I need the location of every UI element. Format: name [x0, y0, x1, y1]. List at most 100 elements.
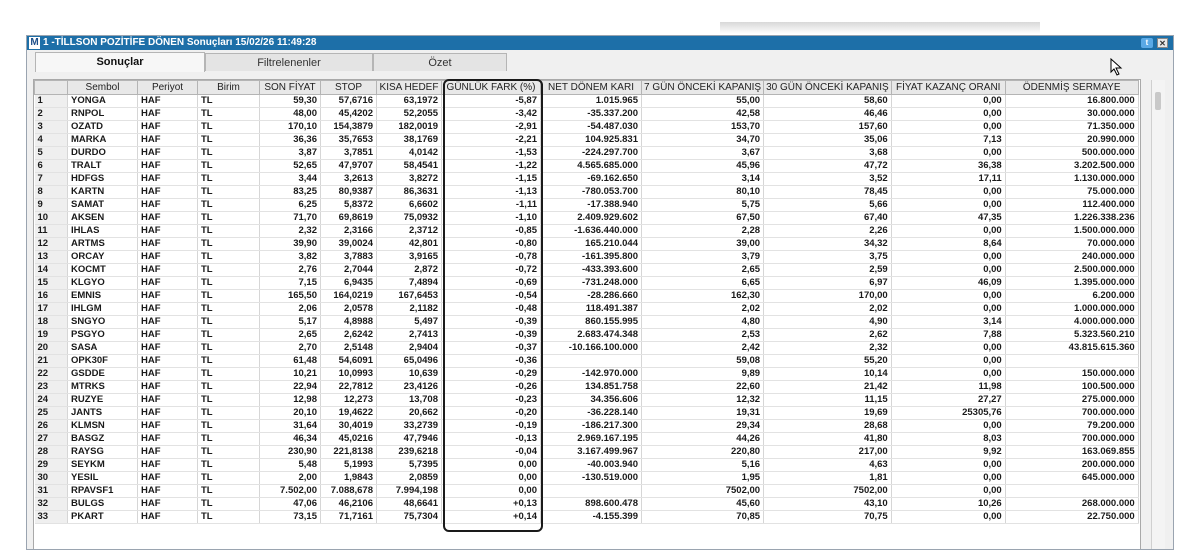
kisa-hedef-cell[interactable]: 7,4894: [376, 276, 442, 290]
birim-cell[interactable]: TL: [197, 445, 260, 459]
30-gun-kapanis-cell[interactable]: 35,06: [763, 133, 892, 147]
gunluk-fark-cell[interactable]: -1,15: [441, 172, 541, 186]
sembol-cell[interactable]: YONGA: [67, 94, 138, 108]
sembol-cell[interactable]: PSGYO: [67, 328, 138, 342]
sembol-cell[interactable]: JANTS: [67, 406, 138, 420]
stop-cell[interactable]: 69,8619: [320, 211, 377, 225]
fiyat-kazanc-cell[interactable]: 0,00: [891, 250, 1006, 264]
30-gun-kapanis-cell[interactable]: 2,26: [763, 224, 892, 238]
kisa-hedef-cell[interactable]: 4,0142: [376, 146, 442, 160]
periyot-cell[interactable]: HAF: [137, 107, 198, 121]
gunluk-fark-cell[interactable]: -1,53: [441, 146, 541, 160]
30-gun-onceki-kapanis-header[interactable]: 30 GÜN ÖNCEKİ KAPANIŞ: [763, 80, 892, 95]
stop-cell[interactable]: 2,3166: [320, 224, 377, 238]
birim-cell[interactable]: TL: [197, 328, 260, 342]
net-donem-kari-cell[interactable]: 165.210.044: [540, 237, 642, 251]
sembol-cell[interactable]: DURDO: [67, 146, 138, 160]
net-donem-kari-cell[interactable]: -69.162.650: [540, 172, 642, 186]
7-gun-kapanis-cell[interactable]: 2,42: [641, 341, 765, 355]
son-fiyat-cell[interactable]: 5,48: [259, 458, 321, 472]
net-donem-kari-cell[interactable]: -780.053.700: [540, 185, 642, 199]
fiyat-kazanc-cell[interactable]: 0,00: [891, 367, 1006, 381]
30-gun-kapanis-cell[interactable]: 3,75: [763, 250, 892, 264]
table-row[interactable]: 26 KLMSN HAF TL 31,64 30,4019 33,2739 -0,19 -186…: [34, 419, 1139, 433]
row-index[interactable]: 29: [34, 458, 68, 472]
7-gun-kapanis-cell[interactable]: 162,30: [641, 289, 765, 303]
kisa-hedef-cell[interactable]: 2,7413: [376, 328, 442, 342]
periyot-cell[interactable]: HAF: [137, 276, 198, 290]
son-fiyat-cell[interactable]: 3,87: [259, 146, 321, 160]
son-fiyat-cell[interactable]: 3,82: [259, 250, 321, 264]
stop-cell[interactable]: 80,9387: [320, 185, 377, 199]
odenmis-sermaye-cell[interactable]: 71.350.000: [1005, 120, 1139, 134]
net-donem-kari-cell[interactable]: [540, 354, 642, 368]
net-donem-kari-cell[interactable]: -4.155.399: [540, 510, 642, 524]
table-row[interactable]: 18 SNGYO HAF TL 5,17 4,8988 5,497 -0,39 860.155.…: [34, 315, 1139, 329]
fiyat-kazanc-cell[interactable]: 10,26: [891, 497, 1006, 511]
stop-cell[interactable]: 5,1993: [320, 458, 377, 472]
net-donem-kari-cell[interactable]: 2.409.929.602: [540, 211, 642, 225]
stop-cell[interactable]: 22,7812: [320, 380, 377, 394]
kisa-hedef-cell[interactable]: 2,1182: [376, 302, 442, 316]
periyot-cell[interactable]: HAF: [137, 172, 198, 186]
row-index[interactable]: 12: [34, 237, 68, 251]
stop-cell[interactable]: 45,0216: [320, 432, 377, 446]
birim-cell[interactable]: TL: [197, 107, 260, 121]
stop-cell[interactable]: 221,8138: [320, 445, 377, 459]
gunluk-fark-cell[interactable]: -0,85: [441, 224, 541, 238]
table-row[interactable]: 19 PSGYO HAF TL 2,65 2,6242 2,7413 -0,39 2.683.4…: [34, 328, 1139, 342]
sembol-cell[interactable]: MTRKS: [67, 380, 138, 394]
tab-ozet[interactable]: Özet: [373, 53, 507, 71]
7-gun-kapanis-cell[interactable]: 44,26: [641, 432, 765, 446]
fiyat-kazanc-cell[interactable]: 0,00: [891, 224, 1006, 238]
twitter-icon[interactable]: t: [1141, 38, 1153, 48]
odenmis-sermaye-cell[interactable]: 163.069.855: [1005, 445, 1139, 459]
son-fiyat-cell[interactable]: 22,94: [259, 380, 321, 394]
fiyat-kazanc-cell[interactable]: 0,00: [891, 341, 1006, 355]
row-index[interactable]: 14: [34, 263, 68, 277]
tab-sonuclar[interactable]: Sonuçlar: [35, 52, 205, 72]
son-fiyat-header[interactable]: SON FİYAT: [259, 80, 321, 95]
30-gun-kapanis-cell[interactable]: 2,32: [763, 341, 892, 355]
table-row[interactable]: 27 BASGZ HAF TL 46,34 45,0216 47,7946 -0,13 2.96…: [34, 432, 1139, 446]
stop-cell[interactable]: 154,3879: [320, 120, 377, 134]
30-gun-kapanis-cell[interactable]: 6,97: [763, 276, 892, 290]
odenmis-sermaye-cell[interactable]: 268.000.000: [1005, 497, 1139, 511]
son-fiyat-cell[interactable]: 6,25: [259, 198, 321, 212]
row-index[interactable]: 31: [34, 484, 68, 498]
net-donem-kari-cell[interactable]: -1.636.440.000: [540, 224, 642, 238]
stop-cell[interactable]: 3,7883: [320, 250, 377, 264]
30-gun-kapanis-cell[interactable]: 4,63: [763, 458, 892, 472]
table-row[interactable]: 16 EMNIS HAF TL 165,50 164,0219 167,6453 -0,54-…: [34, 289, 1139, 303]
7-gun-kapanis-cell[interactable]: 29,34: [641, 419, 765, 433]
sembol-cell[interactable]: IHLGM: [67, 302, 138, 316]
odenmis-sermaye-cell[interactable]: 645.000.000: [1005, 471, 1139, 485]
7-gun-kapanis-cell[interactable]: 80,10: [641, 185, 765, 199]
kisa-hedef-cell[interactable]: 58,4541: [376, 159, 442, 173]
stop-cell[interactable]: 47,9707: [320, 159, 377, 173]
7-gun-kapanis-cell[interactable]: 42,58: [641, 107, 765, 121]
son-fiyat-cell[interactable]: 48,00: [259, 107, 321, 121]
odenmis-sermaye-cell[interactable]: 3.202.500.000: [1005, 159, 1139, 173]
7-gun-kapanis-cell[interactable]: 22,60: [641, 380, 765, 394]
table-row[interactable]: 5 DURDO HAF TL 3,87 3,7851 4,0142 -1,53 -224.297…: [34, 146, 1139, 160]
periyot-cell[interactable]: HAF: [137, 380, 198, 394]
table-row[interactable]: 30 YESIL HAF TL 2,00 1,9843 2,0859 0,00 -130.519…: [34, 471, 1139, 485]
row-index[interactable]: 24: [34, 393, 68, 407]
odenmis-sermaye-cell[interactable]: 275.000.000: [1005, 393, 1139, 407]
30-gun-kapanis-cell[interactable]: 21,42: [763, 380, 892, 394]
son-fiyat-cell[interactable]: 61,48: [259, 354, 321, 368]
30-gun-kapanis-cell[interactable]: 19,69: [763, 406, 892, 420]
30-gun-kapanis-cell[interactable]: 28,68: [763, 419, 892, 433]
sembol-cell[interactable]: KLGYO: [67, 276, 138, 290]
periyot-cell[interactable]: HAF: [137, 289, 198, 303]
odenmis-sermaye-cell[interactable]: 1.226.338.236: [1005, 211, 1139, 225]
kisa-hedef-cell[interactable]: 65,0496: [376, 354, 442, 368]
row-index[interactable]: 32: [34, 497, 68, 511]
kisa-hedef-cell[interactable]: 3,8272: [376, 172, 442, 186]
stop-cell[interactable]: 1,9843: [320, 471, 377, 485]
fiyat-kazanc-cell[interactable]: 8,03: [891, 432, 1006, 446]
son-fiyat-cell[interactable]: 2,32: [259, 224, 321, 238]
stop-header[interactable]: STOP: [320, 80, 377, 95]
sembol-cell[interactable]: SEYKM: [67, 458, 138, 472]
